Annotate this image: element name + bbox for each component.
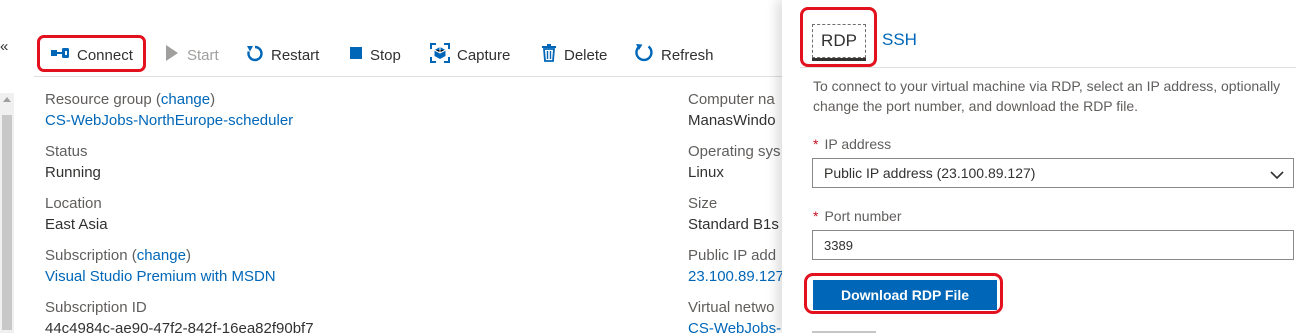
paren-close: ) (185, 247, 191, 264)
connect-blade: RDP SSH To connect to your virtual machi… (782, 0, 1298, 333)
status-label: Status (45, 143, 88, 160)
required-marker: * (813, 208, 819, 224)
operating-system-label: Operating sys (688, 143, 781, 160)
resource-group-property: Resource group (change) CS-WebJobs-North… (45, 90, 293, 131)
ip-address-label: * IP address (813, 136, 891, 152)
port-number-value: 3389 (824, 237, 853, 253)
computer-name-value: ManasWindo (688, 112, 776, 129)
computer-name-property: Computer na ManasWindo (688, 90, 776, 131)
resource-group-label: Resource group (45, 91, 152, 108)
operating-system-property: Operating sys Linux (688, 142, 781, 183)
virtual-network-property: Virtual netwo CS-WebJobs- (688, 298, 781, 333)
ip-address-value: Public IP address (23.100.89.127) (824, 165, 1036, 181)
refresh-icon (634, 43, 661, 67)
tab-divider (800, 67, 1296, 68)
capture-icon (430, 43, 457, 67)
subscription-id-value: 44c4984c-ae90-47f2-842f-16ea82f90bf7 (45, 320, 314, 333)
download-highlight-annotation (804, 273, 1003, 314)
delete-button[interactable]: Delete (541, 36, 607, 74)
rdp-description: To connect to your virtual machine via R… (813, 78, 1281, 114)
stop-button[interactable]: Stop (349, 36, 401, 74)
size-label: Size (688, 195, 718, 212)
connect-highlight-annotation (37, 35, 146, 72)
command-bar: Connect Start Restart Stop Capture Delet… (36, 36, 776, 74)
trash-icon (541, 44, 564, 66)
port-number-label: * Port number (813, 208, 902, 224)
subscription-link[interactable]: Visual Studio Premium with MSDN (45, 267, 276, 287)
subscription-label: Subscription (45, 247, 128, 264)
scrollbar[interactable] (0, 93, 14, 333)
refresh-label: Refresh (661, 46, 714, 64)
start-label: Start (187, 46, 219, 64)
restart-icon (246, 44, 271, 66)
scrollbar-thumb[interactable] (2, 115, 12, 330)
virtual-network-link[interactable]: CS-WebJobs- (688, 319, 781, 333)
refresh-button[interactable]: Refresh (634, 36, 714, 74)
subscription-id-property: Subscription ID 44c4984c-ae90-47f2-842f-… (45, 298, 314, 333)
start-button[interactable]: Start (164, 36, 219, 74)
location-label: Location (45, 195, 102, 212)
paren-open: ( (127, 247, 137, 264)
play-icon (164, 44, 187, 66)
chevron-down-icon (1270, 167, 1284, 183)
capture-label: Capture (457, 46, 511, 64)
subscription-property: Subscription (change) Visual Studio Prem… (45, 246, 276, 287)
operating-system-value: Linux (688, 164, 724, 181)
restart-button[interactable]: Restart (246, 36, 319, 74)
resource-group-change-link[interactable]: change (161, 91, 210, 108)
toolbar-divider (34, 76, 782, 77)
stop-icon (349, 46, 370, 64)
capture-button[interactable]: Capture (430, 36, 510, 74)
location-property: Location East Asia (45, 194, 108, 235)
collapse-menu-button[interactable]: « (0, 38, 14, 56)
paren-close: ) (210, 91, 216, 108)
computer-name-label: Computer na (688, 91, 775, 108)
public-ip-label: Public IP add (688, 247, 777, 264)
virtual-network-label: Virtual netwo (688, 299, 775, 316)
subscription-id-label: Subscription ID (45, 299, 147, 316)
size-value: Standard B1s (688, 216, 779, 233)
ip-address-dropdown[interactable]: Public IP address (23.100.89.127) (812, 158, 1294, 188)
essentials-right-column: Computer na ManasWindo Operating sys Lin… (680, 80, 782, 333)
status-property: Status Running (45, 142, 101, 183)
paren-open: ( (151, 91, 161, 108)
resource-group-link[interactable]: CS-WebJobs-NorthEurope-scheduler (45, 111, 293, 131)
public-ip-property: Public IP add 23.100.89.127 (688, 246, 782, 287)
delete-label: Delete (564, 46, 608, 64)
scroll-up-arrow-icon[interactable] (3, 97, 11, 102)
status-value: Running (45, 164, 101, 181)
tab-ssh[interactable]: SSH (882, 30, 917, 50)
location-value: East Asia (45, 216, 108, 233)
port-number-label-text: Port number (824, 208, 902, 224)
size-property: Size Standard B1s (688, 194, 779, 235)
required-marker: * (813, 136, 819, 152)
stop-label: Stop (370, 46, 401, 64)
ip-address-label-text: IP address (824, 136, 892, 152)
rdp-tab-highlight-annotation (800, 7, 877, 67)
restart-label: Restart (271, 46, 320, 64)
port-number-input[interactable]: 3389 (812, 230, 1294, 260)
subscription-change-link[interactable]: change (137, 247, 186, 264)
public-ip-link[interactable]: 23.100.89.127 (688, 267, 782, 287)
